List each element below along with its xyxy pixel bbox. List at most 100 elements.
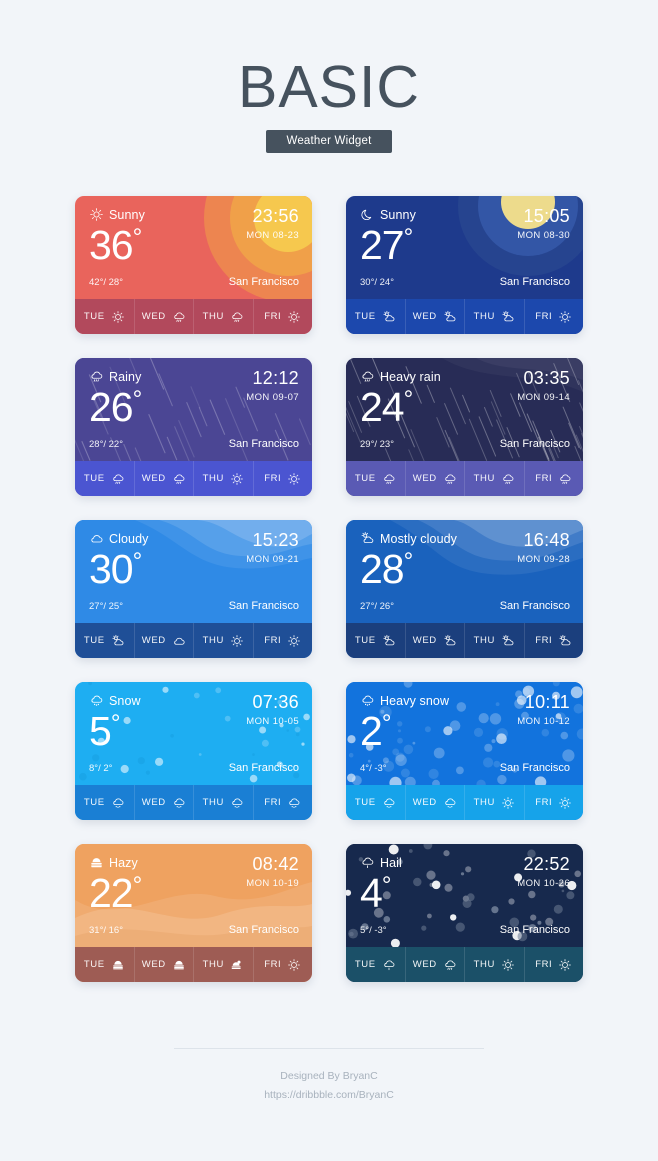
current-date: MON 08-23 <box>246 230 299 241</box>
hail-icon <box>360 855 375 870</box>
weather-card[interactable]: Snow 5° 07:36 MON 10-05 8°/ 2° San Francisco T… <box>75 682 312 820</box>
forecast-day-label: WED <box>412 959 437 970</box>
condition-label: Rainy <box>109 369 142 384</box>
card-content: Mostly cloudy 28° 16:48 MON 09-28 27°/ 26° Sa… <box>346 520 583 623</box>
card-body: Mostly cloudy 28° 16:48 MON 09-28 27°/ 26° Sa… <box>346 520 583 623</box>
forecast-day[interactable]: THU <box>465 623 525 658</box>
forecast-row: TUE WED THU FRI <box>346 785 583 820</box>
city-name: San Francisco <box>228 924 299 936</box>
page-header: BASIC Weather Widget <box>0 0 658 153</box>
weather-card[interactable]: Heavy snow 2° 10:11 MON 10-12 4°/ -3° San Fra… <box>346 682 583 820</box>
weather-card[interactable]: Sunny 27° 15:05 MON 08-30 30°/ 24° San Franci… <box>346 196 583 334</box>
city-name: San Francisco <box>499 276 570 288</box>
degree-symbol: ° <box>132 386 143 413</box>
forecast-day-label: FRI <box>264 959 282 970</box>
snow-icon <box>360 693 375 708</box>
forecast-day[interactable]: TUE <box>75 299 135 334</box>
temperature-range: 8°/ 2° <box>89 763 113 774</box>
cloud-icon <box>89 531 104 546</box>
forecast-day[interactable]: WED <box>135 299 194 334</box>
card-body: Hail 4° 22:52 MON 10-26 5°/ -3° San Francisco <box>346 844 583 947</box>
city-name: San Francisco <box>499 438 570 450</box>
forecast-day[interactable]: WED <box>406 461 465 496</box>
forecast-day[interactable]: FRI <box>254 785 313 820</box>
city-name: San Francisco <box>228 762 299 774</box>
weather-card[interactable]: Hazy 22° 08:42 MON 10-19 31°/ 16° San Francis… <box>75 844 312 982</box>
forecast-day[interactable]: FRI <box>254 461 313 496</box>
forecast-day[interactable]: WED <box>135 785 194 820</box>
forecast-day[interactable]: WED <box>406 623 465 658</box>
forecast-day[interactable]: WED <box>406 299 465 334</box>
forecast-row: TUE WED THU FRI <box>75 461 312 496</box>
forecast-day[interactable]: WED <box>135 461 194 496</box>
forecast-day[interactable]: WED <box>135 947 194 982</box>
weather-card[interactable]: Heavy rain 24° 03:35 MON 09-14 29°/ 23° San F… <box>346 358 583 496</box>
forecast-day[interactable]: FRI <box>525 623 584 658</box>
condition-label: Cloudy <box>109 531 149 546</box>
forecast-day-label: THU <box>202 635 224 646</box>
forecast-day[interactable]: FRI <box>254 623 313 658</box>
forecast-day[interactable]: THU <box>194 623 254 658</box>
rain-icon <box>360 369 375 384</box>
time-block: 08:42 MON 10-19 <box>246 854 299 889</box>
forecast-day[interactable]: TUE <box>75 785 135 820</box>
sun-icon <box>287 472 301 486</box>
current-time: 07:36 <box>252 692 299 712</box>
forecast-day[interactable]: THU <box>194 785 254 820</box>
condition-label: Sunny <box>109 207 145 222</box>
forecast-day[interactable]: TUE <box>75 947 135 982</box>
temperature-value: 5 <box>89 708 112 754</box>
forecast-day-label: WED <box>141 797 166 808</box>
current-time: 03:35 <box>523 368 570 388</box>
forecast-day[interactable]: TUE <box>346 623 406 658</box>
sun-icon <box>89 207 104 222</box>
forecast-day[interactable]: THU <box>194 947 254 982</box>
forecast-day[interactable]: FRI <box>525 785 584 820</box>
current-date: MON 10-05 <box>246 716 299 727</box>
forecast-day[interactable]: FRI <box>525 461 584 496</box>
partly-cloudy-icon <box>382 634 396 648</box>
condition-label: Heavy snow <box>380 693 450 708</box>
forecast-day[interactable]: WED <box>406 785 465 820</box>
forecast-day[interactable]: TUE <box>346 785 406 820</box>
forecast-day[interactable]: FRI <box>525 947 584 982</box>
forecast-day[interactable]: THU <box>194 299 254 334</box>
forecast-day[interactable]: FRI <box>254 299 313 334</box>
haze-sun-icon <box>230 958 244 972</box>
forecast-day[interactable]: FRI <box>525 299 584 334</box>
forecast-day[interactable]: TUE <box>346 947 406 982</box>
forecast-day-label: TUE <box>354 797 376 808</box>
card-body: Cloudy 30° 15:23 MON 09-21 27°/ 25° San Franc… <box>75 520 312 623</box>
degree-symbol: ° <box>403 386 414 413</box>
forecast-day-label: FRI <box>535 635 553 646</box>
city-name: San Francisco <box>228 438 299 450</box>
forecast-day[interactable]: THU <box>465 299 525 334</box>
forecast-day-label: FRI <box>264 635 282 646</box>
card-content: Cloudy 30° 15:23 MON 09-21 27°/ 25° San Franc… <box>75 520 312 623</box>
degree-symbol: ° <box>132 224 143 251</box>
degree-symbol: ° <box>110 710 121 737</box>
forecast-day[interactable]: TUE <box>75 623 135 658</box>
time-block: 23:56 MON 08-23 <box>246 206 299 241</box>
forecast-day[interactable]: TUE <box>346 299 406 334</box>
weather-card[interactable]: Hail 4° 22:52 MON 10-26 5°/ -3° San Francisco… <box>346 844 583 982</box>
forecast-day[interactable]: THU <box>194 461 254 496</box>
forecast-day[interactable]: THU <box>465 785 525 820</box>
weather-card[interactable]: Rainy 26° 12:12 MON 09-07 28°/ 22° San Franci… <box>75 358 312 496</box>
current-time: 15:23 <box>252 530 299 550</box>
forecast-day[interactable]: WED <box>135 623 194 658</box>
forecast-day[interactable]: TUE <box>346 461 406 496</box>
weather-card[interactable]: Mostly cloudy 28° 16:48 MON 09-28 27°/ 26° Sa… <box>346 520 583 658</box>
weather-card[interactable]: Sunny 36° 23:56 MON 08-23 42°/ 28° San Franci… <box>75 196 312 334</box>
card-body: Heavy snow 2° 10:11 MON 10-12 4°/ -3° San Fra… <box>346 682 583 785</box>
forecast-day[interactable]: FRI <box>254 947 313 982</box>
degree-symbol: ° <box>403 548 414 575</box>
forecast-day[interactable]: TUE <box>75 461 135 496</box>
footer-link[interactable]: https://dribbble.com/BryanC <box>0 1086 658 1105</box>
time-block: 15:23 MON 09-21 <box>246 530 299 565</box>
weather-card[interactable]: Cloudy 30° 15:23 MON 09-21 27°/ 25° San Franc… <box>75 520 312 658</box>
forecast-day[interactable]: THU <box>465 947 525 982</box>
forecast-day[interactable]: WED <box>406 947 465 982</box>
page-subtitle-chip: Weather Widget <box>266 130 392 153</box>
forecast-day[interactable]: THU <box>465 461 525 496</box>
